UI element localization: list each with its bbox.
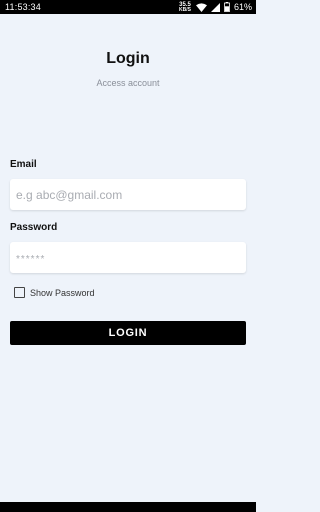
battery-icon [224, 2, 230, 12]
email-label: Email [10, 159, 37, 170]
status-time: 11:53:34 [5, 2, 41, 12]
wifi-icon [195, 2, 207, 12]
email-field[interactable] [10, 179, 246, 210]
network-speed: 35.5 KB/S [179, 2, 191, 13]
network-speed-unit: KB/S [179, 6, 191, 13]
login-button[interactable]: LOGIN [10, 321, 246, 345]
page-title: Login [106, 50, 150, 67]
show-password-label: Show Password [30, 287, 95, 298]
password-label: Password [10, 222, 58, 233]
signal-icon [210, 2, 220, 12]
page-subtitle: Access account [96, 78, 160, 88]
show-password-checkbox[interactable] [14, 287, 25, 298]
password-field[interactable] [10, 242, 246, 273]
show-password-toggle[interactable]: Show Password [14, 287, 95, 298]
login-screen: Login Access account Email Password Show… [0, 14, 256, 502]
status-bar: 11:53:34 35.5 KB/S 61% [0, 0, 256, 14]
status-icons: 35.5 KB/S 61% [179, 0, 252, 14]
navigation-bar [0, 502, 256, 512]
battery-percent: 61% [233, 2, 252, 12]
